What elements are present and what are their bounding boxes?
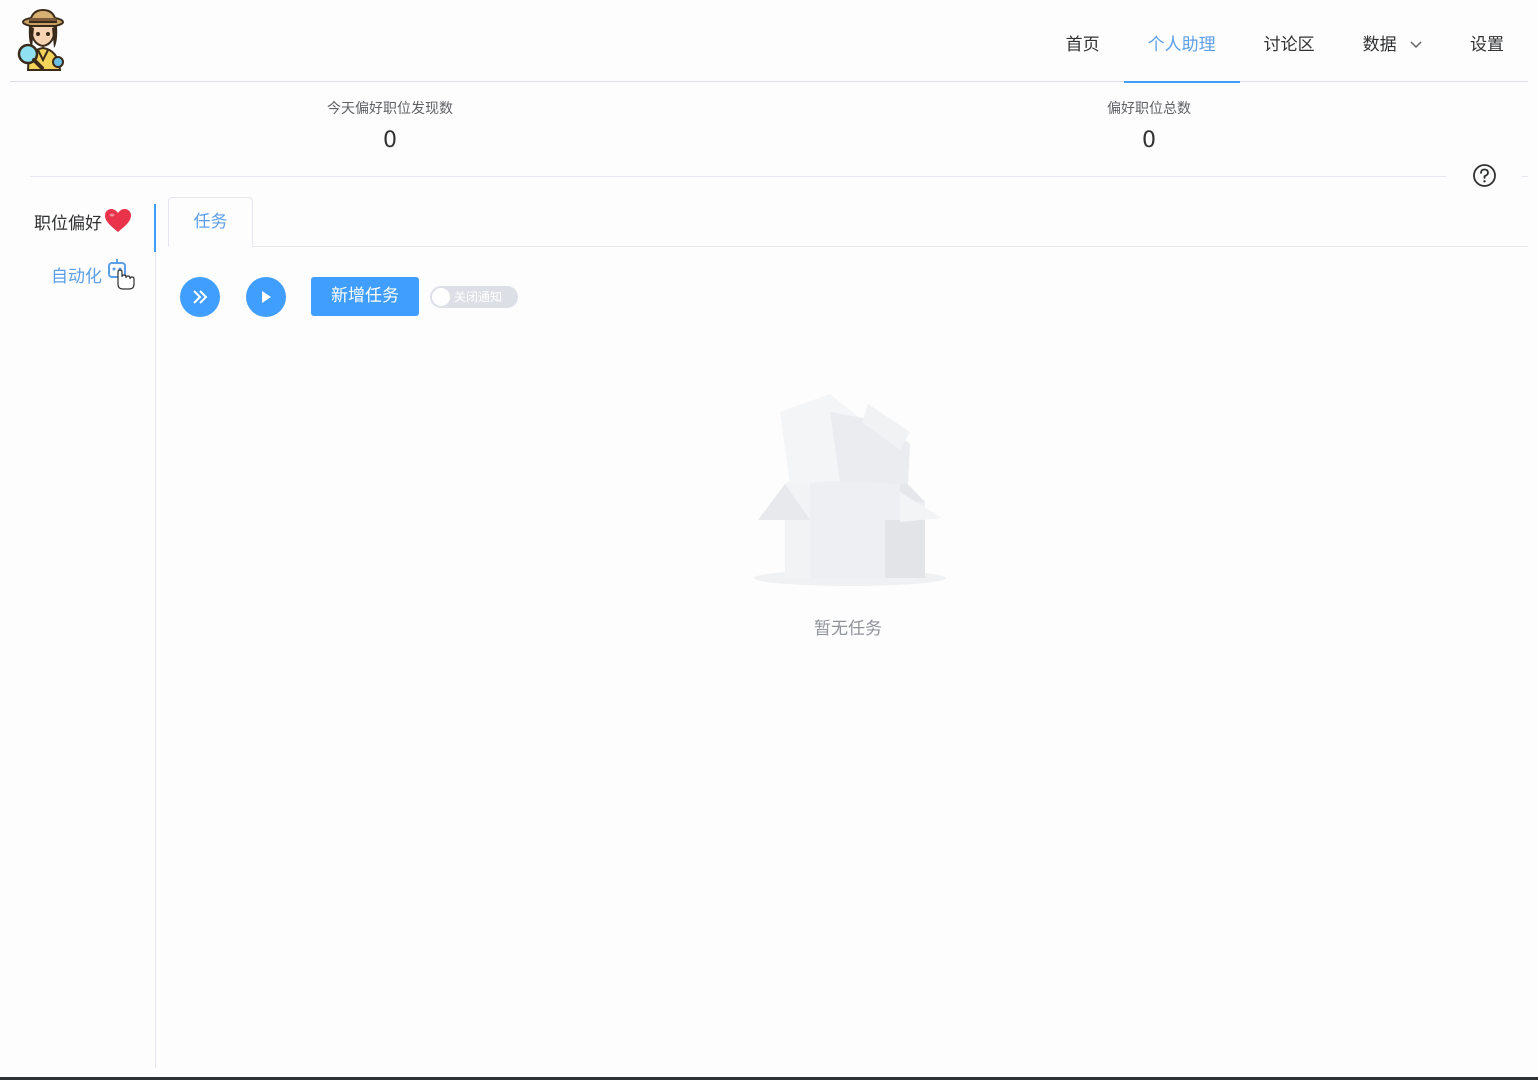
tab-tasks-label: 任务: [193, 212, 228, 232]
tab-bar-line: [253, 246, 1528, 247]
double-chevron-right-icon: [193, 290, 208, 304]
stat-total-value: 0: [1142, 128, 1156, 153]
stat-total-preferred-jobs: 偏好职位总数 0: [999, 98, 1299, 153]
stat-today-value: 0: [383, 128, 397, 153]
nav-settings-label: 设置: [1470, 35, 1504, 55]
stat-today-label: 今天偏好职位发现数: [327, 101, 453, 117]
nav-personal-assistant[interactable]: 个人助理: [1123, 0, 1240, 83]
tab-tasks[interactable]: 任务: [168, 197, 253, 247]
switch-label: 关闭通知: [454, 290, 503, 304]
heart-icon: [105, 209, 131, 232]
nav-data-dropdown[interactable]: 数据: [1339, 0, 1446, 82]
add-task-label: 新增任务: [331, 286, 399, 306]
add-task-button[interactable]: 新增任务: [311, 277, 419, 316]
nav-settings[interactable]: 设置: [1446, 0, 1528, 82]
nav-forum-label: 讨论区: [1263, 35, 1315, 55]
stats-divider: [30, 176, 1446, 177]
nav-home-label: 首页: [1065, 35, 1100, 55]
empty-state-text: 暂无任务: [814, 619, 882, 639]
sidebar-item-label: 自动化: [51, 266, 102, 287]
sidebar-item-label: 职位偏好: [34, 213, 102, 234]
nav-home[interactable]: 首页: [1042, 0, 1124, 82]
switch-knob: [432, 288, 450, 306]
nav-personal-assistant-label: 个人助理: [1147, 35, 1216, 55]
robot-icon: [108, 259, 135, 290]
avatar-logo-icon[interactable]: [16, 8, 72, 72]
stat-today-preferred-jobs: 今天偏好职位发现数 0: [240, 98, 540, 153]
chevron-down-icon: [1410, 41, 1422, 49]
sidebar-item-automation[interactable]: 自动化: [51, 258, 136, 290]
play-button[interactable]: [246, 277, 286, 317]
top-header: 首页 个人助理 讨论区 数据 设置: [10, 0, 1528, 83]
play-icon: [262, 291, 271, 303]
notification-switch[interactable]: 关闭通知: [430, 286, 518, 308]
fast-forward-button[interactable]: [180, 277, 220, 317]
sidebar-divider: [155, 252, 156, 1068]
stats-divider-right: [1522, 176, 1528, 177]
main-nav: 首页 个人助理 讨论区 数据 设置: [1042, 0, 1528, 83]
empty-box-icon: [754, 394, 946, 586]
sidebar-active-indicator: [154, 204, 156, 252]
sidebar-item-job-preference[interactable]: 职位偏好: [34, 208, 132, 234]
help-circle-icon[interactable]: [1472, 163, 1497, 188]
stat-total-label: 偏好职位总数: [1107, 101, 1191, 117]
nav-forum[interactable]: 讨论区: [1240, 0, 1339, 82]
nav-data-label: 数据: [1362, 35, 1397, 55]
